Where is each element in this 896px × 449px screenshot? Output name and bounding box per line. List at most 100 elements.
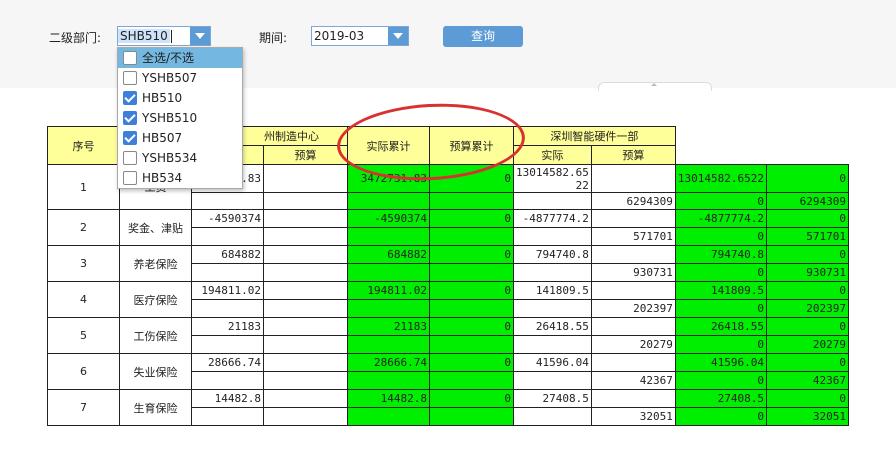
cell-budget1-sub [263, 227, 348, 246]
cell-green-zero-sub: 0 [674, 263, 767, 282]
dept-dropdown-button[interactable] [190, 27, 210, 45]
cell-green-actual: 141809.5 [674, 281, 767, 300]
cell-actual1-sub [191, 227, 264, 246]
cell-item: 奖金、津贴 [119, 209, 192, 246]
cell-actual-cum-sub [347, 371, 430, 390]
cell-green-zero: 0 [765, 209, 849, 228]
dropdown-option[interactable]: HB510 [118, 88, 242, 108]
checkbox-checked-icon[interactable] [123, 131, 137, 145]
dropdown-option[interactable]: 全选/不选 [118, 48, 242, 68]
cell-budget2-sub: 20279 [590, 335, 676, 354]
cell-budget1-sub [263, 299, 348, 318]
cell-budget1 [263, 164, 348, 193]
cell-budget-cum-sub [429, 299, 514, 318]
cell-actual2: -4877774.2 [513, 209, 592, 228]
cell-actual2: 26418.55 [513, 317, 592, 336]
dept-value: SHB510 [118, 29, 170, 43]
cell-actual-cum: 3472731.83 [347, 164, 430, 193]
query-button[interactable]: 查询 [443, 26, 523, 47]
table-row: 2 奖金、津贴 -4590374 -4590374 0 -4877774.2 -487777… [47, 209, 849, 246]
cell-actual2: 13014582.65 22 [513, 164, 592, 193]
cell-budget-cum: 0 [429, 389, 514, 408]
cell-budget-cum: 0 [429, 209, 514, 228]
header-budget2: 预算 [590, 145, 676, 165]
cell-actual2: 41596.04 [513, 353, 592, 372]
cell-budget2-sub: 202397 [590, 299, 676, 318]
cell-item: 工伤保险 [119, 317, 192, 354]
collapse-toggle[interactable] [598, 82, 712, 91]
header-actual-cum: 实际累计 [347, 126, 430, 165]
cell-budget1 [263, 245, 348, 264]
cell-green-actual: -4877774.2 [674, 209, 767, 228]
checkbox-empty-icon[interactable] [123, 171, 137, 185]
cell-green-budget-sub: 6294309 [765, 192, 849, 210]
cell-actual2-sub [513, 407, 592, 426]
cell-budget1 [263, 389, 348, 408]
dept-label: 二级部门: [49, 31, 102, 45]
period-combobox[interactable]: 2019-03 [311, 26, 409, 46]
dropdown-option[interactable]: HB534 [118, 168, 242, 188]
cell-seq: 4 [47, 281, 120, 318]
cell-actual1: 684882 [191, 245, 264, 264]
dropdown-option[interactable]: YSHB534 [118, 148, 242, 168]
cell-budget-cum-sub [429, 371, 514, 390]
cell-actual-cum: 21183 [347, 317, 430, 336]
cell-actual-cum: 28666.74 [347, 353, 430, 372]
cell-actual-cum-sub [347, 263, 430, 282]
cell-green-actual: 41596.04 [674, 353, 767, 372]
cell-actual2-line1: 13014582.65 [516, 165, 589, 179]
cell-actual-cum: 14482.8 [347, 389, 430, 408]
cell-green-budget-sub: 20279 [765, 335, 849, 354]
dropdown-option[interactable]: YSHB510 [118, 108, 242, 128]
cell-actual-cum-sub [347, 407, 430, 426]
cell-budget-cum: 0 [429, 164, 514, 193]
cell-green-zero-sub: 0 [674, 371, 767, 390]
chevron-down-icon [195, 33, 205, 39]
dropdown-option-label: YSHB507 [142, 71, 198, 85]
dropdown-option-label: HB507 [142, 131, 183, 145]
cell-budget2 [590, 389, 676, 408]
header-actual2: 实际 [513, 145, 592, 165]
cell-actual2-line2: 22 [575, 178, 589, 192]
cell-budget-cum-sub [429, 335, 514, 354]
cell-actual-cum-sub [347, 227, 430, 246]
table-row: 6 失业保险 28666.74 28666.74 0 41596.04 41596.04 0 [47, 353, 849, 390]
period-label: 期间: [259, 31, 288, 45]
checkbox-checked-icon[interactable] [123, 111, 137, 125]
dropdown-option-label: YSHB534 [142, 151, 198, 165]
table-row: 4 医疗保险 194811.02 194811.02 0 141809.5 141809.5… [47, 281, 849, 318]
cell-budget1-sub [263, 192, 348, 210]
checkbox-empty-icon[interactable] [123, 151, 137, 165]
cell-budget1 [263, 281, 348, 300]
header-blank [675, 145, 849, 165]
dept-combobox[interactable]: SHB510 [117, 26, 211, 46]
cell-actual2-sub [513, 299, 592, 318]
cell-actual1-sub [191, 192, 264, 210]
cell-budget2 [590, 317, 676, 336]
cell-green-zero: 0 [765, 353, 849, 372]
cell-green-budget-sub: 571701 [765, 227, 849, 246]
dropdown-option-label: 全选/不选 [142, 51, 195, 65]
cell-item: 医疗保险 [119, 281, 192, 318]
cell-budget1-sub [263, 335, 348, 354]
cell-green-zero: 0 [765, 281, 849, 300]
cell-green-zero: 0 [765, 245, 849, 264]
cell-green-actual: 794740.8 [674, 245, 767, 264]
cell-budget2-sub: 42367 [590, 371, 676, 390]
checkbox-empty-icon[interactable] [123, 51, 137, 65]
checkbox-empty-icon[interactable] [123, 71, 137, 85]
cell-budget1-sub [263, 263, 348, 282]
cell-budget2-sub: 6294309 [590, 192, 676, 210]
table-row: 5 工伤保险 21183 21183 0 26418.55 26418.55 0 [47, 317, 849, 354]
cell-green-zero: 0 [765, 389, 849, 408]
cell-green-budget-sub: 930731 [765, 263, 849, 282]
cell-green-budget-sub: 42367 [765, 371, 849, 390]
cell-actual1: -4590374 [191, 209, 264, 228]
dropdown-option[interactable]: YSHB507 [118, 68, 242, 88]
period-dropdown-button[interactable] [388, 27, 408, 45]
cell-green-zero: 0 [765, 164, 849, 193]
cell-actual1: 21183 [191, 317, 264, 336]
cell-actual-cum: 194811.02 [347, 281, 430, 300]
dropdown-option[interactable]: HB507 [118, 128, 242, 148]
checkbox-checked-icon[interactable] [123, 91, 137, 105]
